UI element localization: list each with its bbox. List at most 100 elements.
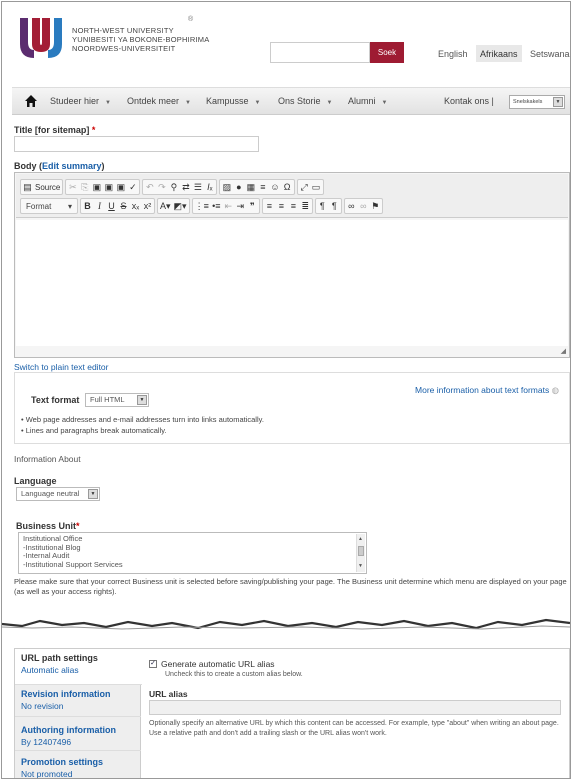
select-all-icon[interactable]: ☰ [193,180,202,194]
replace-icon[interactable]: ⇄ [181,180,190,194]
rtl-icon[interactable]: ¶ [330,199,339,213]
tab-summary: Not promoted [21,769,73,779]
more-info-text: More information about text formats [415,385,550,395]
rich-text-editor: ▤ Source ✂ ⎘ ▣ ▣ ▣ ✓ ↶ ↷ ⚲ ⇄ ☰ Iₓ ▨ ● ▦ … [14,172,570,358]
source-button[interactable]: Source [35,183,60,192]
align-center-icon[interactable]: ≡ [277,199,286,213]
language-setswana-link[interactable]: Setswana [526,45,570,62]
subscript-icon[interactable]: xₓ [131,199,140,213]
nav-item-alumni[interactable]: Alumni ▼ [348,96,387,106]
align-right-icon[interactable]: ≡ [289,199,298,213]
resize-handle-icon[interactable]: ◢ [561,347,566,355]
horizontal-line-icon[interactable]: ≡ [258,180,267,194]
anchor-flag-icon[interactable]: ⚑ [371,199,380,213]
special-char-icon[interactable]: Ω [283,180,292,194]
bold-icon[interactable]: B [83,199,92,213]
search-input[interactable] [270,42,370,63]
flash-icon[interactable]: ● [234,180,243,194]
remove-format-icon[interactable]: Iₓ [205,180,214,194]
logo-line-2: YUNIBESITI YA BOKONE-BOPHIRIMA [72,35,210,44]
help-icon: ◍ [551,385,559,395]
page-frame: NORTH-WEST UNIVERSITY YUNIBESITI YA BOKO… [1,1,571,779]
copy-icon[interactable]: ⎘ [80,180,89,194]
image-icon[interactable]: ▨ [222,180,232,194]
tab-url-path-settings[interactable]: URL path settings Automatic alias [15,649,142,685]
scroll-up-icon[interactable]: ▲ [358,535,363,544]
chevron-down-icon: ▼ [381,100,388,106]
undo-icon[interactable]: ↶ [145,180,154,194]
nav-item-ontdek-meer[interactable]: Ontdek meer ▼ [127,96,191,106]
italic-icon[interactable]: I [95,199,104,213]
language-select[interactable]: Language neutral ▼ [16,487,100,501]
nav-contact-link[interactable]: Kontak ons | [444,96,494,106]
find-icon[interactable]: ⚲ [169,180,178,194]
bullet-list-icon[interactable]: •≡ [212,199,221,213]
editor-content-area[interactable] [16,220,568,346]
tab-authoring-information[interactable]: Authoring information By 12407496 [15,717,141,751]
blockquote-icon[interactable]: ❞ [248,199,257,213]
justify-icon[interactable]: ≣ [301,199,310,213]
indent-icon[interactable]: ⇥ [236,199,245,213]
unlink-icon[interactable]: ∞ [359,199,368,213]
smiley-icon[interactable]: ☺ [270,180,279,194]
home-icon[interactable] [24,94,38,108]
vertical-tab-list: URL path settings Automatic alias Revisi… [15,649,142,779]
list-item[interactable]: -Institutional Blog [23,543,362,553]
nav-label: Alumni [348,96,376,106]
outdent-icon[interactable]: ⇤ [224,199,233,213]
business-unit-listbox[interactable]: Institutional Office -Institutional Blog… [18,532,367,574]
text-color-icon[interactable]: A▾ [160,199,171,213]
scroll-down-icon[interactable]: ▼ [358,562,363,571]
strike-icon[interactable]: S [119,199,128,213]
bg-color-icon[interactable]: ◩▾ [174,199,187,213]
language-english-link[interactable]: English [434,45,472,62]
title-input[interactable] [14,136,259,152]
align-left-icon[interactable]: ≡ [265,199,274,213]
spellcheck-icon[interactable]: ✓ [128,180,137,194]
format-tip-2: • Lines and paragraphs break automatical… [21,426,167,435]
align-group: ≡ ≡ ≡ ≣ [261,198,313,214]
ltr-icon[interactable]: ¶ [318,199,327,213]
paste-icon[interactable]: ▣ [92,180,102,194]
tab-summary: No revision [21,701,64,711]
link-icon[interactable]: ∞ [347,199,356,213]
tab-promotion-settings[interactable]: Promotion settings Not promoted [15,751,141,779]
vertical-tabs: URL path settings Automatic alias Revisi… [14,648,570,779]
listbox-scrollbar[interactable]: ▲ ▼ [356,534,365,572]
site-header: NORTH-WEST UNIVERSITY YUNIBESITI YA BOKO… [2,2,570,82]
paste-text-icon[interactable]: ▣ [104,180,114,194]
nav-item-studeer-hier[interactable]: Studeer hier ▼ [50,96,111,106]
torn-edge-divider [2,618,570,640]
generate-alias-checkbox[interactable]: ✓ [149,660,157,668]
show-blocks-icon[interactable]: ▭ [312,180,321,194]
paste-word-icon[interactable]: ▣ [116,180,126,194]
underline-icon[interactable]: U [107,199,116,213]
more-info-formats-link[interactable]: More information about text formats ◍ [415,385,559,396]
required-marker: * [91,125,96,135]
edit-summary-link[interactable]: Edit summary [42,161,102,171]
url-alias-input[interactable] [149,700,561,715]
table-icon[interactable]: ▦ [246,180,256,194]
tab-revision-information[interactable]: Revision information No revision [15,685,141,717]
scroll-thumb[interactable] [358,546,364,556]
cut-icon[interactable]: ✂ [68,180,77,194]
nav-item-ons-storie[interactable]: Ons Storie ▼ [278,96,332,106]
maximize-icon[interactable]: ⤢ [300,180,309,194]
redo-icon[interactable]: ↷ [157,180,166,194]
text-format-select[interactable]: Full HTML ▼ [85,393,149,407]
quicklinks-value: Snelskakels [513,99,543,105]
list-item[interactable]: -Institutional Support Services [23,560,362,570]
nwu-logo-icon[interactable] [16,14,66,60]
body-label-text: Body [14,161,37,171]
text-format-box: Text format Full HTML ▼ More information … [14,372,570,444]
nav-item-kampusse[interactable]: Kampusse ▼ [206,96,260,106]
superscript-icon[interactable]: x² [143,199,152,213]
format-select[interactable]: Format ▾ [23,202,75,211]
title-label: Title [for sitemap] * [14,125,95,135]
switch-plain-text-link[interactable]: Switch to plain text editor [14,362,109,372]
search-button[interactable]: Soek [370,42,404,63]
quicklinks-select[interactable]: Snelskakels ▼ [509,95,565,109]
tab-title: Promotion settings [21,757,104,767]
language-afrikaans-link[interactable]: Afrikaans [476,45,522,62]
numbered-list-icon[interactable]: ⋮≡ [195,199,209,213]
